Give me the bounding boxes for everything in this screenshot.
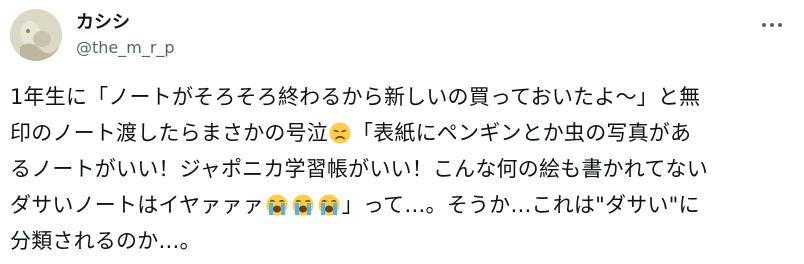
tweet-line-2-start: 印のノート渡したらまさかの号泣: [10, 121, 328, 145]
tweet-line-5: 分類されるのか…。: [10, 229, 201, 253]
avatar-image: [10, 9, 62, 61]
user-info: カシシ @the_m_r_p: [76, 11, 175, 59]
loudly-crying-face-emoji: [292, 194, 314, 216]
disappointed-face-emoji: [329, 122, 351, 144]
tweet-line-3: るノートがいい！ジャポニカ学習帳がいい！こんな何の絵も書かれてない: [10, 157, 708, 181]
tweet-line-2: 印のノート渡したらまさかの号泣 「表紙にペンギンとか虫の写真があ: [10, 115, 800, 151]
tweet-text: 1年生に「ノートがそろそろ終わるから新しいの買っておいたよ〜」と無 印のノート渡…: [10, 79, 800, 259]
display-name[interactable]: カシシ: [76, 11, 175, 35]
tweet-line-4-start: ダサいノートはイヤァァァ: [10, 193, 264, 217]
tweet-line-1: 1年生に「ノートがそろそろ終わるから新しいの買っておいたよ〜」と無: [10, 85, 701, 109]
avatar[interactable]: [10, 9, 62, 61]
tweet-line-4-end: 」って…。そうか…これは"ダサい"に: [341, 193, 700, 217]
user-handle[interactable]: @the_m_r_p: [76, 37, 175, 59]
tweet-line-4: ダサいノートはイヤァァァ 」って…。そうか…これは"ダサい"に: [10, 187, 800, 223]
tweet-line-2-end: 「表紙にペンギンとか虫の写真があ: [352, 121, 692, 145]
more-horizontal-icon: [762, 23, 766, 27]
more-options-button[interactable]: [758, 14, 786, 36]
tweet-card: カシシ @the_m_r_p 1年生に「ノートがそろそろ終わるから新しいの買って…: [0, 0, 804, 264]
loudly-crying-face-emoji: [266, 194, 288, 216]
loudly-crying-face-emoji: [318, 194, 340, 216]
